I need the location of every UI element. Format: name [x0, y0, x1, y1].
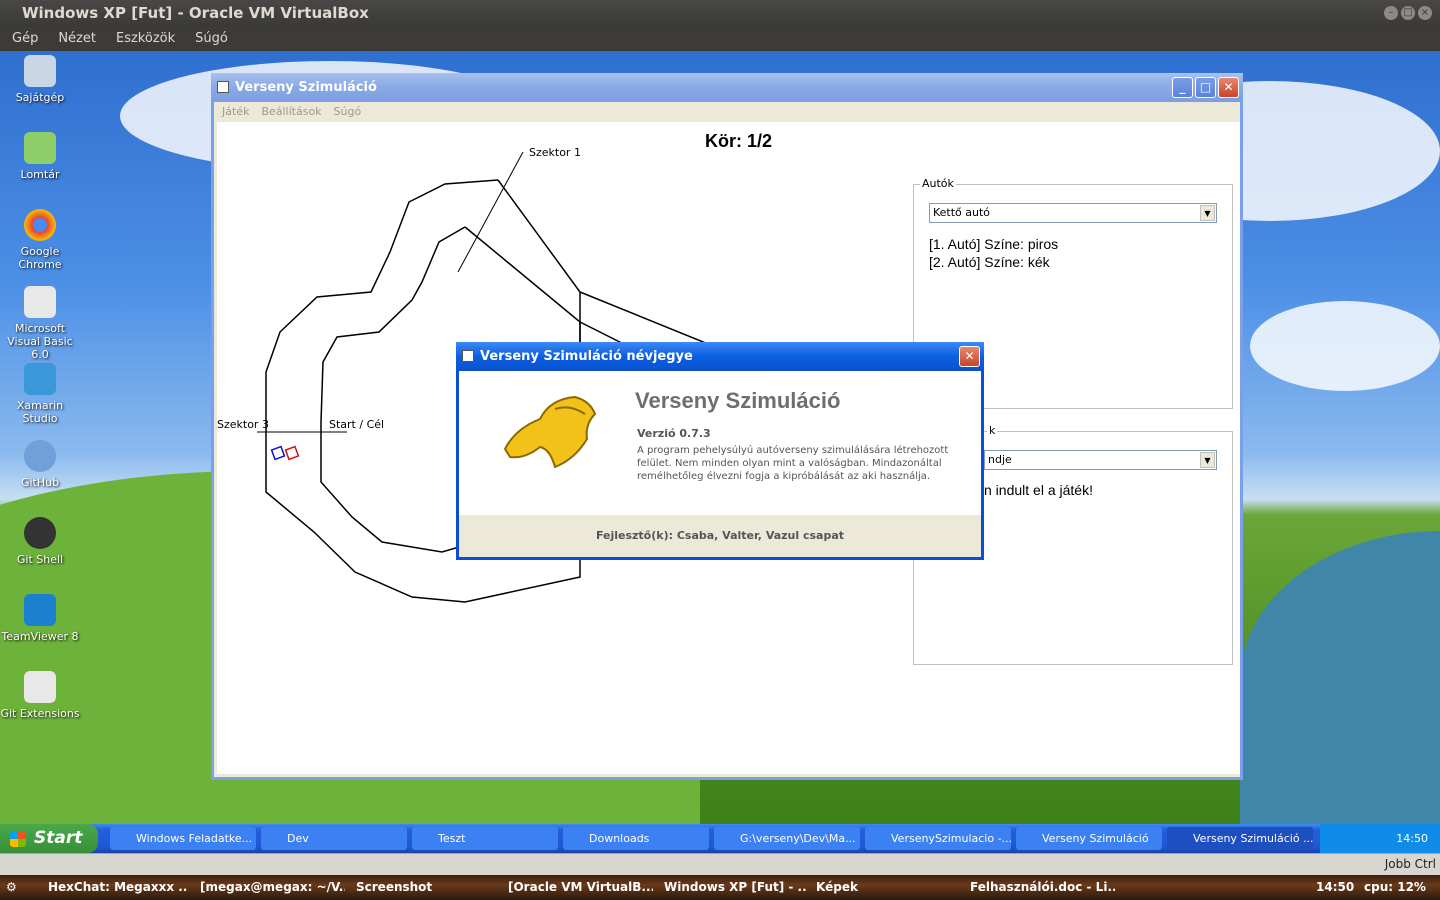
- sector-3-label: Szektor 3: [217, 418, 269, 431]
- desktop-icon-git-shell[interactable]: Git Shell: [0, 517, 80, 566]
- about-title: Verseny Szimuláció névjegye: [480, 349, 693, 364]
- app-title-bar[interactable]: Verseny Szimuláció _ □ ✕: [211, 73, 1243, 102]
- menu-game[interactable]: Játék: [222, 102, 249, 122]
- host-cpu: cpu: 12%: [1364, 880, 1426, 894]
- windows-logo-icon: [10, 831, 26, 847]
- cloud-shape: [1250, 301, 1440, 391]
- host-menu-devices[interactable]: Eszközök: [116, 27, 175, 51]
- close-icon[interactable]: ✕: [959, 346, 980, 367]
- cars-group-label: Autók: [920, 177, 956, 190]
- car-blue: [270, 445, 286, 461]
- host-menu-bar: Gép Nézet Eszközök Súgó: [0, 27, 1440, 51]
- host-task-virtualbox[interactable]: [Oracle VM VirtualB...: [508, 875, 653, 900]
- car-2-info: [2. Autó] Színe: kék: [929, 254, 1050, 270]
- desktop-icon-git-extensions[interactable]: Git Extensions: [0, 671, 80, 720]
- host-menu-icon[interactable]: ⚙: [6, 875, 17, 900]
- app-title: Verseny Szimuláció: [235, 80, 377, 95]
- host-menu-machine[interactable]: Gép: [12, 27, 38, 51]
- system-tray: 14:50: [1320, 824, 1440, 853]
- close-icon[interactable]: ×: [1418, 6, 1432, 20]
- visual-basic-icon: [24, 286, 56, 318]
- desktop-icon-my-computer[interactable]: Sajátgép: [0, 55, 80, 104]
- host-task-vm[interactable]: Windows XP [Fut] - ...: [664, 875, 806, 900]
- github-icon: [24, 440, 56, 472]
- desktop-icon-chrome[interactable]: Google Chrome: [0, 209, 80, 271]
- taskbar-item-task-manager[interactable]: Windows Feladatke...: [110, 827, 256, 850]
- close-icon[interactable]: ✕: [1218, 77, 1239, 98]
- menu-settings[interactable]: Beállítások: [261, 102, 321, 122]
- taskbar-item-vb-project[interactable]: VersenySzimulacio -...: [865, 827, 1011, 850]
- results-select[interactable]: ndje ▼: [984, 450, 1217, 470]
- git-shell-icon: [24, 517, 56, 549]
- desktop-icon-github[interactable]: GitHub: [0, 440, 80, 489]
- app-menu-bar: Játék Beállítások Súgó: [214, 102, 1240, 122]
- taskbar-item-downloads[interactable]: Downloads: [563, 827, 709, 850]
- about-app-name: Verseny Szimuláció: [635, 388, 841, 413]
- host-menu-help[interactable]: Súgó: [195, 27, 228, 51]
- app-icon: [462, 350, 474, 362]
- guest-taskbar: Start Windows Feladatke... Dev Teszt Dow…: [0, 824, 1440, 853]
- menu-help[interactable]: Súgó: [334, 102, 362, 122]
- minimize-icon[interactable]: _: [1172, 77, 1193, 98]
- start-finish-label: Start / Cél: [329, 418, 385, 431]
- maximize-icon[interactable]: □: [1195, 77, 1216, 98]
- about-body: Verseny Szimuláció Verzió 0.7.3 A progra…: [459, 371, 981, 515]
- hill-shape: [1240, 531, 1440, 824]
- desktop-icon-recycle-bin[interactable]: Lomtár: [0, 132, 80, 181]
- car-1-info: [1. Autó] Színe: piros: [929, 236, 1059, 252]
- minimize-icon[interactable]: –: [1384, 6, 1398, 20]
- tray-clock: 14:50: [1396, 832, 1428, 845]
- results-text: n indult el a játék!: [984, 482, 1093, 498]
- recycle-bin-icon: [24, 132, 56, 164]
- host-key-label: Jobb Ctrl: [1384, 857, 1436, 871]
- host-task-terminal[interactable]: [megax@megax: ~/V...: [200, 875, 345, 900]
- taskbar-item-dev-folder[interactable]: Dev: [261, 827, 407, 850]
- sector-1-line: [457, 151, 524, 273]
- host-menu-view[interactable]: Nézet: [58, 27, 96, 51]
- my-computer-icon: [24, 55, 56, 87]
- desktop-icon-visual-basic[interactable]: Microsoft Visual Basic 6.0: [0, 286, 80, 361]
- host-task-screenshot[interactable]: Screenshot: [356, 875, 446, 900]
- host-panel: ⚙ HexChat: Megaxxx ... [megax@megax: ~/V…: [0, 875, 1440, 900]
- car-red: [284, 445, 300, 461]
- xamarin-icon: [24, 363, 56, 395]
- maximize-icon[interactable]: □: [1401, 6, 1415, 20]
- taskbar-item-explorer-path[interactable]: G:\verseny\Dev\Ma...: [714, 827, 860, 850]
- git-extensions-icon: [24, 671, 56, 703]
- results-group-label: k: [987, 424, 998, 437]
- chevron-down-icon: ▼: [1200, 452, 1215, 468]
- host-task-images[interactable]: Képek: [816, 875, 956, 900]
- host-status-bar: Jobb Ctrl: [0, 853, 1440, 875]
- about-dialog: Verseny Szimuláció névjegye ✕ Verseny Sz…: [456, 342, 984, 560]
- chrome-icon: [24, 209, 56, 241]
- chevron-down-icon: ▼: [1200, 205, 1215, 221]
- host-window-controls: – □ ×: [1384, 6, 1432, 20]
- host-window-title: Windows XP [Fut] - Oracle VM VirtualBox: [0, 0, 1440, 27]
- host-task-hexchat[interactable]: HexChat: Megaxxx ...: [48, 875, 188, 900]
- horse-logo: [503, 395, 597, 469]
- taskbar-item-app[interactable]: Verseny Szimuláció: [1016, 827, 1162, 850]
- about-developers: Fejlesztő(k): Csaba, Valter, Vazul csapa…: [595, 529, 845, 542]
- about-description: A program pehelysúlyú autóverseny szimul…: [637, 445, 949, 482]
- teamviewer-icon: [24, 594, 56, 626]
- start-button[interactable]: Start: [0, 824, 98, 853]
- taskbar-item-test-folder[interactable]: Teszt: [412, 827, 558, 850]
- cars-count-select[interactable]: Kettő autó ▼: [929, 203, 1217, 223]
- host-clock: 14:50: [1316, 880, 1355, 894]
- taskbar-item-about[interactable]: Verseny Szimuláció ...: [1167, 827, 1313, 850]
- about-title-bar[interactable]: Verseny Szimuláció névjegye ✕: [456, 342, 984, 371]
- cars-list: [1. Autó] Színe: piros [2. Autó] Színe: …: [929, 235, 1058, 271]
- app-title-buttons: _ □ ✕: [1172, 77, 1239, 98]
- app-icon: [217, 81, 229, 93]
- desktop-icon-teamviewer[interactable]: TeamViewer 8: [0, 594, 80, 643]
- sector-1-label: Szektor 1: [529, 146, 581, 159]
- host-task-document[interactable]: Felhasználói.doc - Li...: [970, 875, 1115, 900]
- desktop-icon-xamarin[interactable]: Xamarin Studio: [0, 363, 80, 425]
- about-version: Verzió 0.7.3: [637, 427, 711, 440]
